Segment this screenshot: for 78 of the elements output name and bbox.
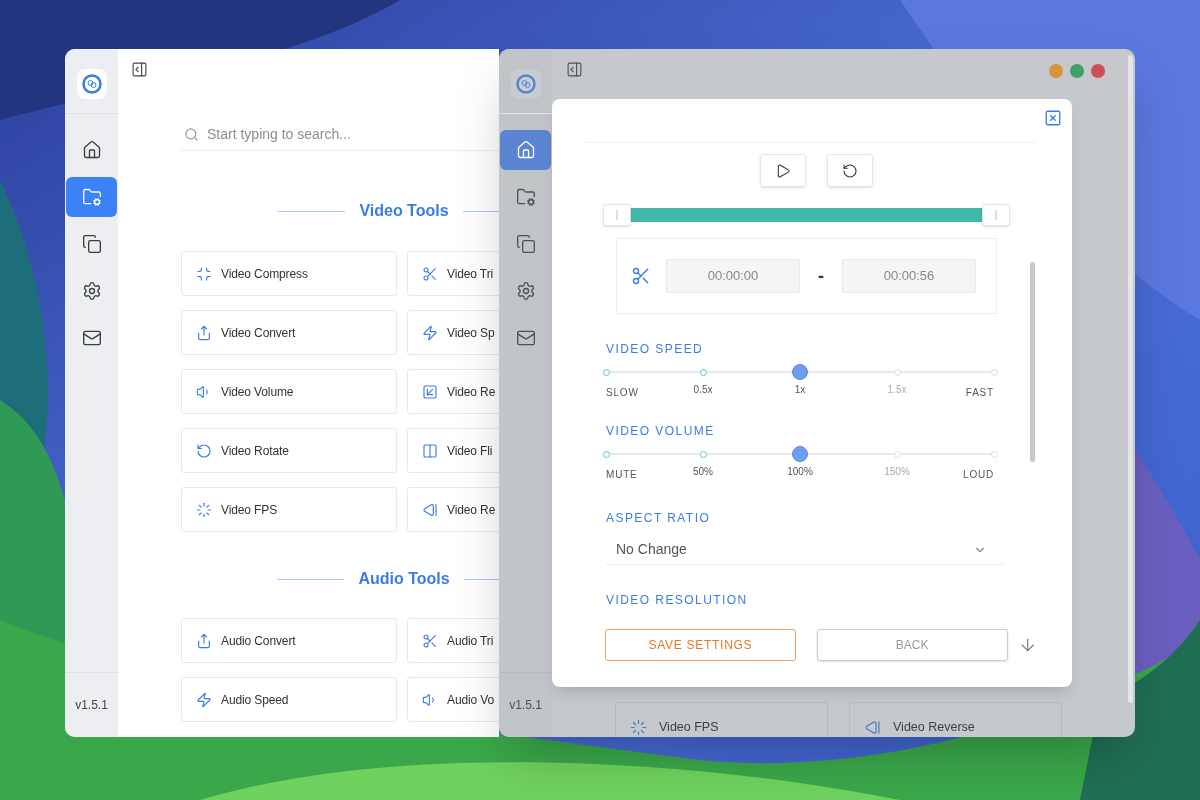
play-icon [775, 162, 791, 179]
slider-stop-label: SLOW [606, 386, 639, 400]
reset-button[interactable] [827, 154, 873, 187]
slider-stop-label: 150% [884, 465, 910, 479]
arrow-box-icon [422, 383, 438, 400]
slider-title: VIDEO SPEED [606, 341, 705, 358]
scrollbar[interactable] [1030, 262, 1035, 462]
slider-stop-label: 1.5x [887, 383, 907, 397]
tool-card[interactable]: Video Compress [181, 251, 397, 296]
tool-card[interactable]: Video FPS [181, 487, 397, 532]
tool-card[interactable]: Audio Convert [181, 618, 397, 663]
app-logo [510, 69, 541, 99]
play-button[interactable] [760, 154, 806, 187]
slider-stop-label: 50% [693, 465, 713, 479]
close-icon[interactable] [1044, 109, 1062, 127]
app-logo [76, 69, 107, 99]
lightning-icon [196, 691, 212, 708]
tool-card[interactable]: Audio Vo [407, 677, 499, 722]
scissors-icon [422, 265, 438, 282]
tool-card[interactable]: Audio Tri [407, 618, 499, 663]
share-box-icon [196, 632, 212, 649]
copy-icon [515, 234, 536, 254]
step-back-icon [422, 501, 438, 518]
tool-card[interactable]: Video Re [407, 487, 499, 532]
share-box-icon [196, 324, 212, 341]
settings-icon [515, 281, 536, 301]
aspect-ratio-title: ASPECT RATIO [606, 510, 712, 527]
resolution-title: VIDEO RESOLUTION [606, 592, 749, 609]
tool-card[interactable]: Video Sp [407, 310, 499, 355]
slider-stop-label: 1x [794, 383, 806, 397]
search-input[interactable]: Start typing to search... [207, 124, 499, 145]
tool-card[interactable]: Video Reverse [849, 702, 1062, 737]
version-label: v1.5.1 [75, 697, 108, 714]
tool-card[interactable]: Video Tri [407, 251, 499, 296]
home-icon [515, 140, 536, 160]
slider-title: VIDEO VOLUME [606, 423, 716, 440]
section-title: Audio Tools [358, 569, 450, 589]
panel-toggle-icon[interactable] [566, 61, 583, 78]
copy-icon [81, 234, 102, 254]
slider-stop-label: FAST [965, 386, 994, 400]
window-scrollbar[interactable] [1128, 55, 1133, 703]
tool-card[interactable]: Video Fli [407, 428, 499, 473]
folder-gear-icon [81, 187, 102, 207]
tool-card[interactable]: Video FPS [615, 702, 828, 737]
tool-card[interactable]: Video Convert [181, 310, 397, 355]
panel-toggle-icon[interactable] [131, 61, 148, 78]
range-handle[interactable] [603, 204, 631, 226]
slider-stop-label: LOUD [963, 468, 994, 482]
scissors-icon [631, 266, 651, 286]
slider-stop-label: MUTE [606, 468, 638, 482]
section-title: Video Tools [359, 201, 449, 221]
loader-icon [630, 718, 647, 736]
tool-card[interactable]: Video Volume [181, 369, 397, 414]
folder-gear-icon [515, 187, 536, 207]
search-icon [184, 127, 199, 142]
scissors-icon [422, 632, 438, 649]
columns-icon [422, 442, 438, 459]
step-back-icon [864, 718, 881, 736]
rotate-icon [196, 442, 212, 459]
time-separator: - [817, 264, 825, 288]
trim-range-slider[interactable] [603, 204, 1010, 226]
tool-card[interactable]: Video Re [407, 369, 499, 414]
aspect-ratio-select[interactable]: No Change [606, 535, 1003, 565]
slider-stop-label: 0.5x [693, 383, 713, 397]
reset-icon [842, 162, 858, 179]
lightning-icon [422, 324, 438, 341]
slider-stop-label: 100% [787, 465, 813, 479]
home-icon [81, 140, 102, 160]
mail-icon [515, 328, 536, 348]
version-label: v1.5.1 [509, 697, 542, 714]
slider-thumb[interactable] [792, 446, 808, 462]
tool-card[interactable]: Video Rotate [181, 428, 397, 473]
range-handle[interactable] [982, 204, 1010, 226]
loader-icon [196, 501, 212, 518]
tool-card[interactable]: Audio Speed [181, 677, 397, 722]
settings-icon [81, 281, 102, 301]
mail-icon [81, 328, 102, 348]
slider-thumb[interactable] [792, 364, 808, 380]
